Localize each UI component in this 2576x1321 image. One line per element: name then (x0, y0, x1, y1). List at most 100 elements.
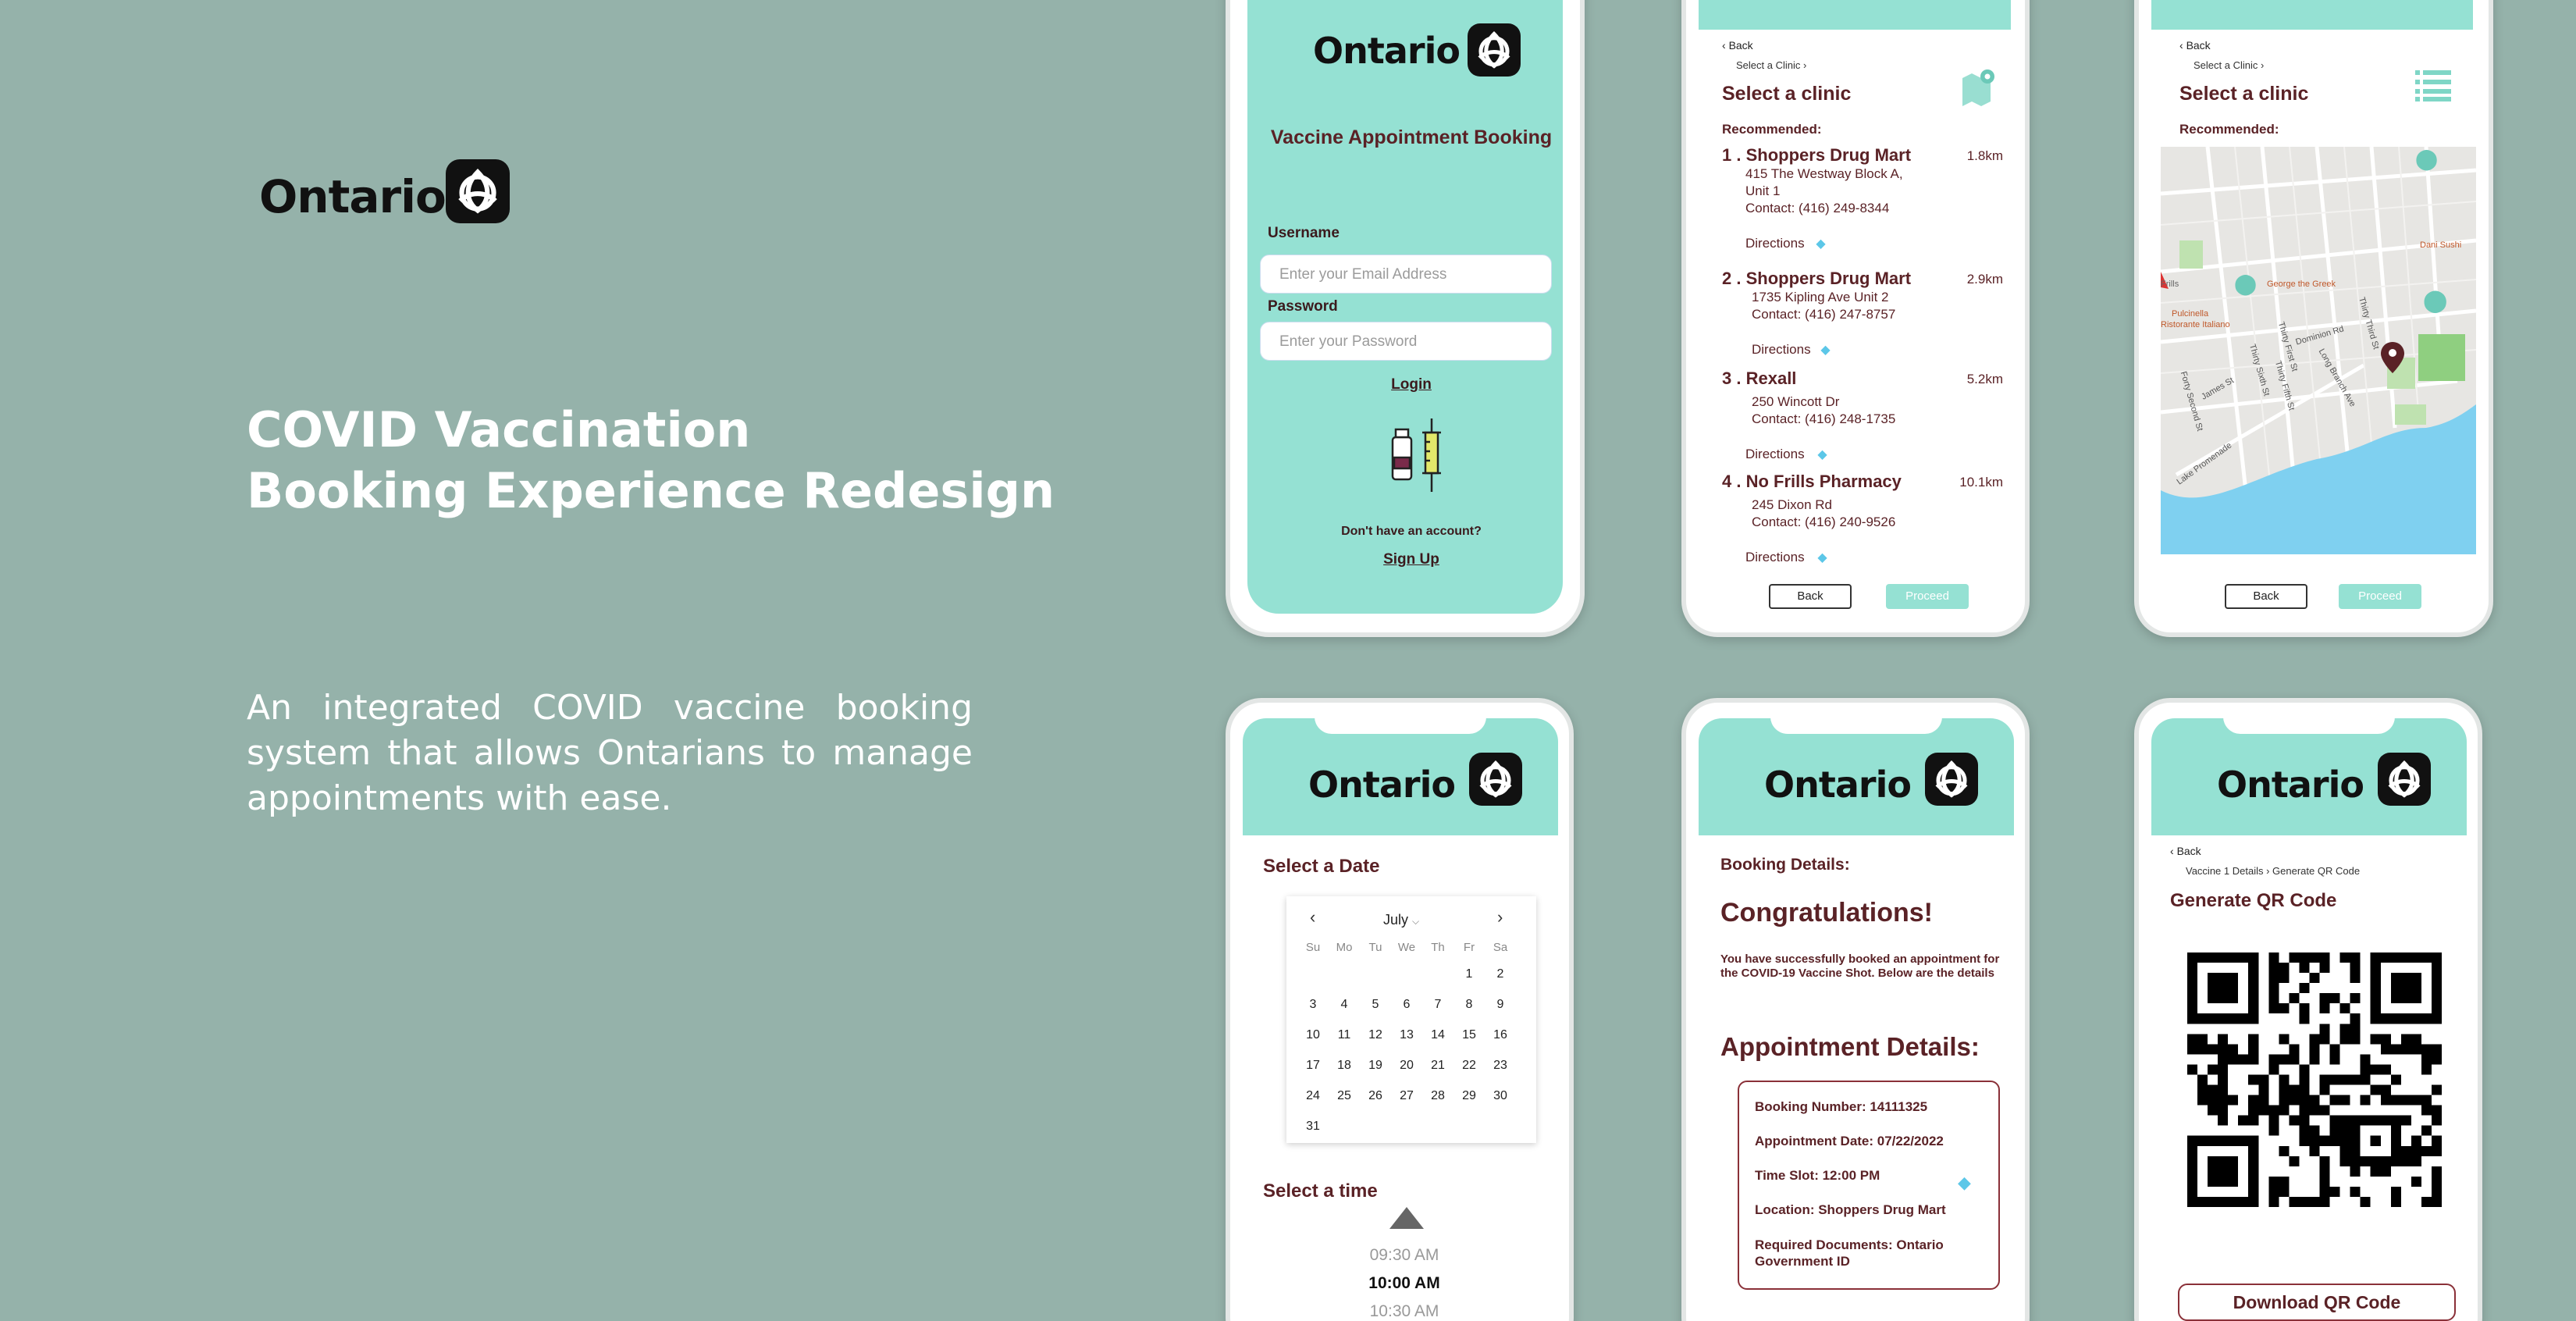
congratulations-heading: Congratulations! (1720, 898, 1933, 928)
proceed-button[interactable]: Proceed (1886, 584, 1969, 609)
calendar-day[interactable]: 27 (1391, 1081, 1422, 1111)
lake-water (2161, 404, 2476, 554)
username-input[interactable]: Enter your Email Address (1260, 255, 1552, 294)
calendar-day[interactable]: 11 (1329, 1020, 1360, 1050)
calendar-day[interactable]: 10 (1297, 1020, 1329, 1050)
hero-logo: Ontario (259, 159, 517, 226)
qr-module (2208, 1064, 2218, 1075)
time-option[interactable]: 10:30 AM (1230, 1302, 1569, 1321)
qr-module (2431, 1084, 2442, 1095)
password-input[interactable]: Enter your Password (1260, 322, 1552, 361)
next-month-icon[interactable]: › (1497, 907, 1503, 928)
calendar-day[interactable]: 12 (1360, 1020, 1391, 1050)
proceed-button[interactable]: Proceed (2339, 584, 2421, 609)
calendar-grid: Su Mo Tu We Th Fr Sa 1 2 3 4 5 6 7 8 9 10 11 12 13 14 15 16 17… (1297, 935, 1516, 1141)
qr-module (2411, 1145, 2421, 1156)
clinic-address-line2: Unit 1 (1745, 183, 1781, 198)
calendar-day[interactable]: 30 (1485, 1081, 1516, 1111)
chevron-right-icon: › (2258, 59, 2265, 71)
calendar-day[interactable]: 29 (1453, 1081, 1485, 1111)
qr-module (2390, 1095, 2401, 1106)
qr-module (2329, 1125, 2340, 1136)
qr-module (2299, 1196, 2310, 1207)
date-header: Ontario (1243, 714, 1558, 835)
clinic-item[interactable]: 4 . No Frills Pharmacy 10.1km 245 Dixon … (1722, 472, 2011, 565)
directions-link[interactable]: Directions ◆ (1745, 236, 1826, 251)
clinic-item[interactable]: 2 . Shoppers Drug Mart 2.9km 1735 Kiplin… (1722, 269, 2011, 362)
qr-module (2248, 1115, 2259, 1126)
clinic-item[interactable]: 3 . Rexall 5.2km 250 Wincott Dr Contact:… (1722, 369, 2011, 462)
calendar-day[interactable]: 20 (1391, 1050, 1422, 1081)
clinic-name: Shoppers Drug Mart (1745, 145, 1912, 165)
calendar-day[interactable]: 21 (1422, 1050, 1453, 1081)
calendar-day[interactable]: 26 (1360, 1081, 1391, 1111)
trillium-icon (1469, 753, 1522, 806)
calendar-day[interactable]: 7 (1422, 989, 1453, 1020)
calendar-day[interactable]: 17 (1297, 1050, 1329, 1081)
qr-module (2329, 1186, 2340, 1197)
calendar-day[interactable]: 16 (1485, 1020, 1516, 1050)
calendar-day[interactable]: 14 (1422, 1020, 1453, 1050)
qr-module (2289, 952, 2300, 963)
calendar-day[interactable]: 13 (1391, 1020, 1422, 1050)
calendar-day[interactable]: 6 (1391, 989, 1422, 1020)
directions-link[interactable]: Directions ◆ (1745, 550, 1827, 565)
calendar-day[interactable]: 2 (1485, 959, 1516, 989)
qr-module (2309, 1095, 2320, 1106)
calendar-day[interactable]: 1 (1453, 959, 1485, 989)
qr-module (2339, 1003, 2350, 1014)
map-view-icon[interactable] (1959, 67, 1997, 106)
directions-icon[interactable]: ◆ (1958, 1173, 1971, 1193)
qr-module (2299, 1003, 2310, 1014)
qr-module (2380, 1044, 2391, 1055)
login-button[interactable]: Login (1364, 376, 1458, 393)
directions-icon: ◆ (1816, 237, 1826, 251)
qr-module (2309, 1145, 2320, 1156)
breadcrumb-item: Select a Clinic (2194, 59, 2258, 71)
qr-module (2238, 1054, 2249, 1065)
calendar-day[interactable]: 25 (1329, 1081, 1360, 1111)
calendar-day[interactable]: 22 (1453, 1050, 1485, 1081)
calendar-day[interactable]: 3 (1297, 989, 1329, 1020)
clinic-item[interactable]: 1 . Shoppers Drug Mart 1.8km 415 The Wes… (1722, 145, 2011, 251)
clinic-name: Shoppers Drug Mart (1745, 269, 1912, 288)
calendar-day[interactable]: 4 (1329, 989, 1360, 1020)
qr-module (2309, 1196, 2320, 1207)
calendar-day[interactable]: 28 (1422, 1081, 1453, 1111)
time-option-selected[interactable]: 10:00 AM (1230, 1274, 1569, 1293)
qr-module (2400, 1115, 2411, 1126)
calendar-day[interactable]: 23 (1485, 1050, 1516, 1081)
back-link[interactable]: ‹ Back (2179, 39, 2211, 52)
back-button[interactable]: Back (1769, 584, 1852, 609)
qr-module (2411, 1034, 2421, 1045)
list-view-icon[interactable] (2415, 69, 2451, 101)
download-qr-button[interactable]: Download QR Code (2178, 1284, 2456, 1321)
qr-module (2299, 1095, 2310, 1106)
map-view[interactable]: ⬤ ⬤ ⬤ Dani Sushi George the Greek Pulcin… (2161, 147, 2476, 554)
clinic-number: 1 . (1722, 145, 1742, 165)
prev-month-icon[interactable]: ‹ (1310, 907, 1315, 928)
calendar-day[interactable]: 24 (1297, 1081, 1329, 1111)
calendar-day[interactable]: 15 (1453, 1020, 1485, 1050)
qr-module (2228, 1054, 2239, 1065)
hero-title: COVID Vaccination Booking Experience Red… (247, 400, 1055, 522)
login-panel: Ontario Vaccine Appointment Booking User… (1247, 0, 1563, 614)
back-link[interactable]: ‹ Back (1722, 39, 1753, 52)
calendar-day[interactable]: 19 (1360, 1050, 1391, 1081)
qr-module (2431, 1196, 2442, 1207)
calendar-day[interactable]: 18 (1329, 1050, 1360, 1081)
calendar-day[interactable]: 8 (1453, 989, 1485, 1020)
sign-up-link[interactable]: Sign Up (1364, 551, 1458, 568)
calendar-day[interactable]: 31 (1297, 1111, 1329, 1141)
clinic-name: No Frills Pharmacy (1745, 472, 1902, 491)
back-link[interactable]: ‹ Back (2170, 845, 2201, 857)
back-button[interactable]: Back (2225, 584, 2307, 609)
month-selector[interactable]: July ⌵ (1383, 912, 1419, 928)
calendar-day[interactable]: 5 (1360, 989, 1391, 1020)
directions-link[interactable]: Directions ◆ (1752, 342, 1831, 358)
directions-link[interactable]: Directions ◆ (1745, 447, 1827, 462)
time-scroll-up-icon[interactable] (1389, 1207, 1424, 1229)
qr-module (2279, 1034, 2290, 1045)
calendar-day[interactable]: 9 (1485, 989, 1516, 1020)
time-option[interactable]: 09:30 AM (1230, 1246, 1569, 1265)
